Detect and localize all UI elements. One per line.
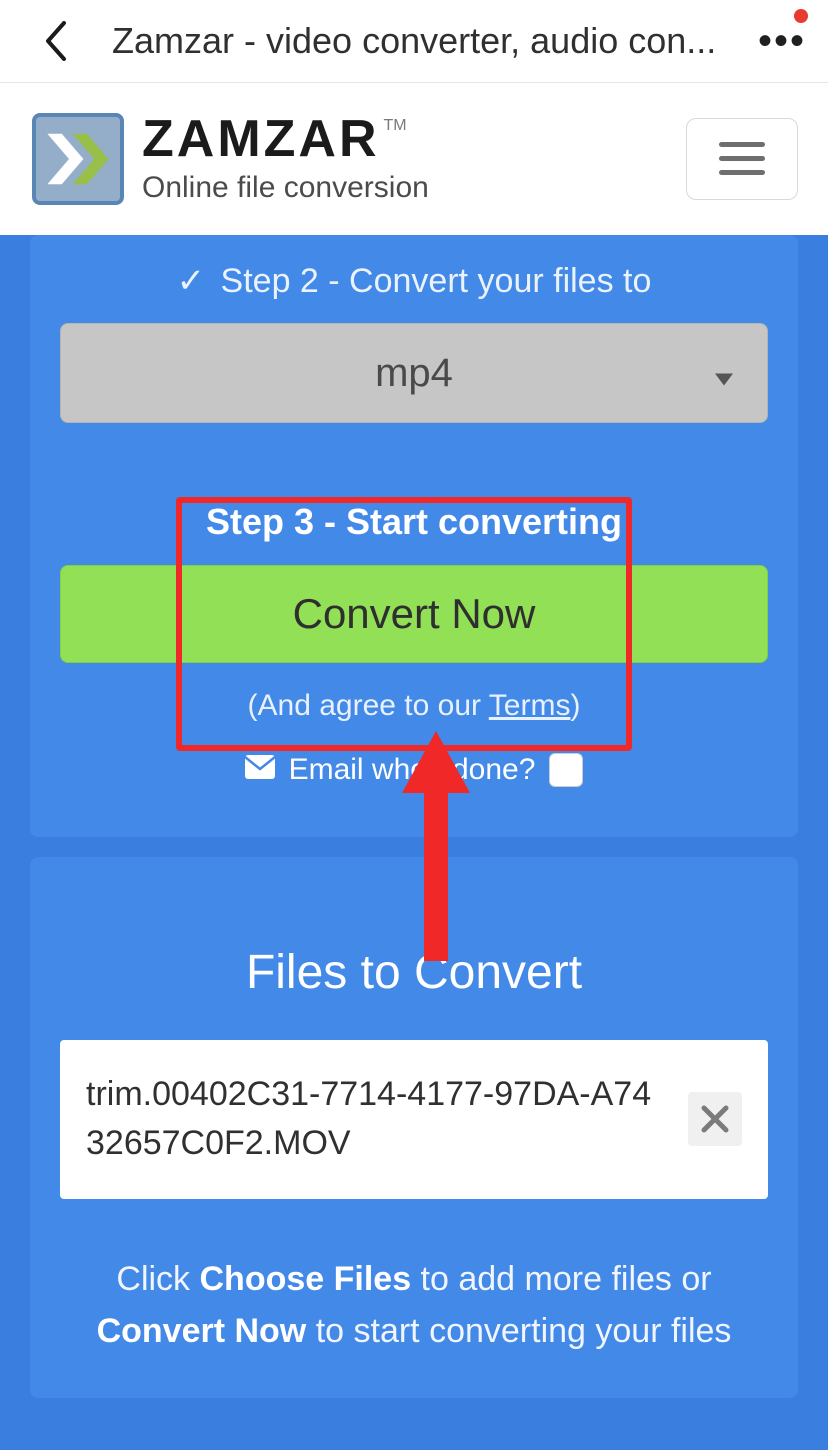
convert-now-bold: Convert Now [97,1312,307,1350]
chevron-left-icon [43,21,69,61]
site-header: ZAMZAR TM Online file conversion [0,83,828,235]
files-card: Files to Convert trim.00402C31-7714-4177… [30,857,798,1398]
step3-section: Step 3 - Start converting Convert Now (A… [60,501,768,723]
file-remove-button[interactable] [688,1092,742,1146]
hint-text: to start converting your files [306,1312,731,1350]
page-body: ✓ Step 2 - Convert your files to mp4 Ste… [0,235,828,1450]
step2-label: ✓ Step 2 - Convert your files to [60,261,768,301]
more-dots-icon: ••• [758,21,806,61]
convert-steps-card: ✓ Step 2 - Convert your files to mp4 Ste… [30,235,798,837]
file-row: trim.00402C31-7714-4177-97DA-A7432657C0F… [60,1040,768,1199]
menu-button[interactable] [686,118,798,200]
hint-text: Click [116,1260,199,1298]
logo-text: ZAMZAR TM Online file conversion [142,113,429,205]
brand-name: ZAMZAR [142,113,380,165]
files-title: Files to Convert [60,945,768,1000]
terms-suffix: ) [570,689,580,722]
email-done-checkbox[interactable] [549,753,583,787]
convert-now-button[interactable]: Convert Now [60,565,768,663]
check-icon: ✓ [177,262,206,300]
file-name: trim.00402C31-7714-4177-97DA-A7432657C0F… [86,1070,670,1169]
email-done-row: Email when done? [60,753,768,787]
trademark: TM [384,117,407,135]
mail-icon [245,753,275,787]
terms-row: (And agree to our Terms) [60,689,768,723]
hint-text: to add more files or [411,1260,711,1298]
step3-label: Step 3 - Start converting [60,501,768,543]
email-done-label: Email when done? [289,753,536,787]
add-more-hint: Click Choose Files to add more files or … [60,1253,768,1358]
logo-tile-icon [32,113,124,205]
step2-text: Step 2 - Convert your files to [221,262,652,300]
chevron-down-icon [715,351,733,396]
terms-prefix: (And agree to our [248,689,489,722]
notification-dot-icon [794,9,808,23]
convert-now-label: Convert Now [293,590,536,638]
logo[interactable]: ZAMZAR TM Online file conversion [32,113,429,205]
browser-top-bar: Zamzar - video converter, audio con... •… [0,0,828,83]
back-button[interactable] [32,17,80,65]
close-icon [701,1105,729,1133]
tagline: Online file conversion [142,171,429,205]
choose-files-bold: Choose Files [200,1260,412,1298]
page-title: Zamzar - video converter, audio con... [112,20,754,62]
format-select-value: mp4 [375,351,453,396]
hamburger-icon [719,142,765,176]
more-menu-button[interactable]: ••• [754,13,810,69]
terms-link[interactable]: Terms [489,689,571,722]
format-select[interactable]: mp4 [60,323,768,423]
